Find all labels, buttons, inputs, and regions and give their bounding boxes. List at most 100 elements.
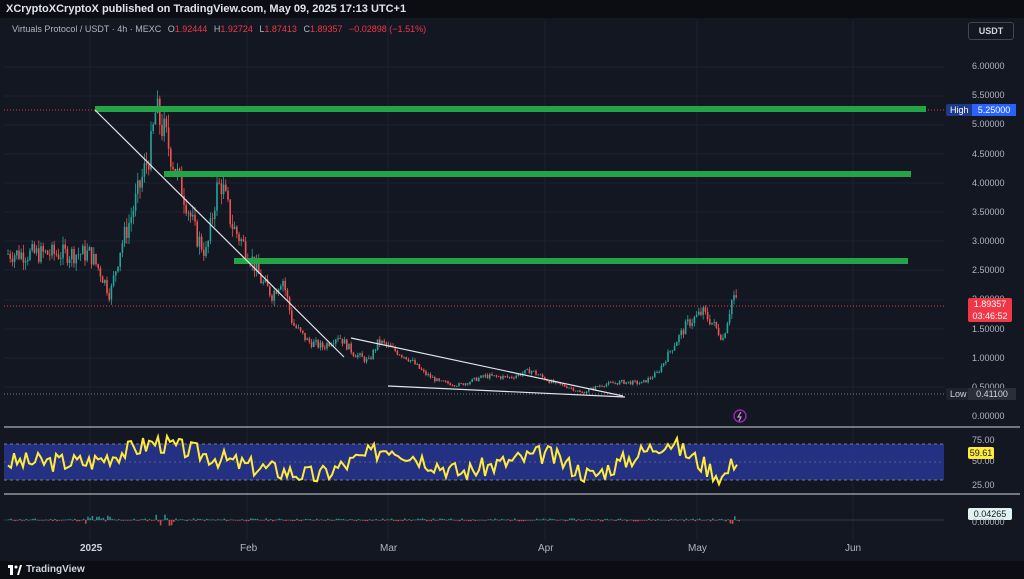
osc-bar (98, 516, 100, 520)
candle-body (396, 350, 399, 355)
osc-bar (195, 520, 197, 522)
candle-body (49, 254, 51, 256)
osc-bar (217, 519, 219, 520)
osc-bar (36, 519, 39, 521)
candle-body (106, 279, 108, 294)
osc-bar (511, 520, 514, 521)
change-value: −0.02898 (−1.51%) (349, 24, 427, 34)
candle-body (511, 376, 513, 378)
osc-bar (454, 520, 457, 521)
candle-body (700, 311, 702, 315)
osc-bar (45, 519, 47, 521)
candle-body (55, 253, 58, 255)
symbol-legend[interactable]: Virtuals Protocol / USDT · 4h · MEXC O1.… (12, 24, 426, 34)
candle-body (117, 266, 119, 272)
candle-body (335, 339, 337, 344)
candle-body (636, 381, 638, 384)
footer-brand[interactable]: TradingView (26, 561, 85, 579)
osc-bar (723, 519, 725, 521)
osc-bar (236, 520, 239, 521)
osc-bar (230, 519, 232, 520)
osc-bar (586, 519, 589, 520)
osc-bar (566, 520, 569, 521)
chart-canvas[interactable] (0, 0, 1024, 579)
osc-bar (415, 519, 417, 521)
osc-bar (538, 519, 540, 521)
candle-body (717, 327, 720, 336)
time-label-may: May (688, 543, 707, 554)
osc-bar (199, 519, 201, 520)
osc-bar (96, 516, 98, 520)
lightning-icon[interactable] (733, 409, 747, 423)
osc-bar (175, 518, 177, 520)
osc-bar (494, 518, 496, 520)
price-tick: 0.00000 (972, 411, 1005, 421)
osc-bar (467, 520, 470, 522)
osc-bar (386, 519, 388, 520)
candle-body (11, 258, 14, 262)
osc-bar (624, 519, 626, 521)
osc-bar (19, 519, 21, 520)
osc-bar (93, 520, 96, 521)
candle-body (139, 180, 141, 188)
level-2-68[interactable] (234, 258, 908, 264)
candle-body (572, 387, 575, 391)
osc-bar (65, 519, 67, 521)
osc-bar (419, 519, 421, 520)
osc-bar (278, 518, 281, 520)
candle-body (480, 375, 482, 378)
level-5-25[interactable] (95, 106, 926, 112)
candle-body (308, 338, 311, 342)
osc-bar (641, 520, 644, 521)
descending-trendline[interactable] (94, 109, 345, 358)
candle-body (654, 372, 656, 378)
countdown-timer: 03:46:52 (972, 311, 1008, 321)
candle-body (728, 314, 731, 324)
osc-bar (241, 519, 243, 520)
osc-bar (322, 520, 325, 521)
candle-body (491, 374, 493, 376)
candle-body (537, 374, 539, 376)
osc-bar (276, 519, 278, 521)
osc-bar (327, 518, 329, 520)
osc-bar (437, 520, 439, 521)
candle-body (203, 249, 205, 256)
candle-body (504, 375, 506, 377)
osc-bar (232, 519, 234, 521)
candle-body (165, 118, 168, 128)
price-tick: 2.50000 (972, 265, 1005, 276)
candlestick-series[interactable] (7, 90, 737, 394)
level-4-15[interactable] (164, 171, 911, 177)
osc-bar (307, 519, 309, 520)
osc-bar (329, 519, 331, 521)
candle-body (467, 383, 469, 385)
candle-body (357, 354, 359, 358)
osc-bar (188, 519, 190, 521)
osc-bar (393, 520, 395, 521)
candle-body (412, 360, 414, 361)
osc-bar (584, 519, 586, 520)
osc-bar (91, 515, 94, 520)
osc-bar (203, 520, 206, 522)
symbol-name: Virtuals Protocol / USDT · 4h · MEXC (12, 24, 162, 34)
candle-body (460, 383, 462, 385)
osc-bar (109, 516, 111, 520)
currency-button[interactable]: USDT (968, 22, 1014, 40)
candle-body (506, 376, 509, 378)
candle-body (535, 370, 537, 375)
candle-body (376, 339, 379, 350)
osc-bar (122, 520, 124, 521)
osc-bar (133, 518, 135, 520)
osc-bar (613, 520, 615, 521)
candle-body (478, 377, 480, 382)
resistance-levels[interactable] (95, 106, 926, 264)
osc-bar (186, 520, 188, 522)
osc-bar (313, 520, 316, 521)
candle-body (38, 248, 40, 262)
osc-bar (399, 520, 402, 521)
osc-bar (190, 519, 193, 521)
osc-bar (551, 519, 553, 520)
candle-body (495, 375, 498, 377)
osc-bar (366, 520, 369, 522)
time-label-feb: Feb (240, 543, 258, 554)
